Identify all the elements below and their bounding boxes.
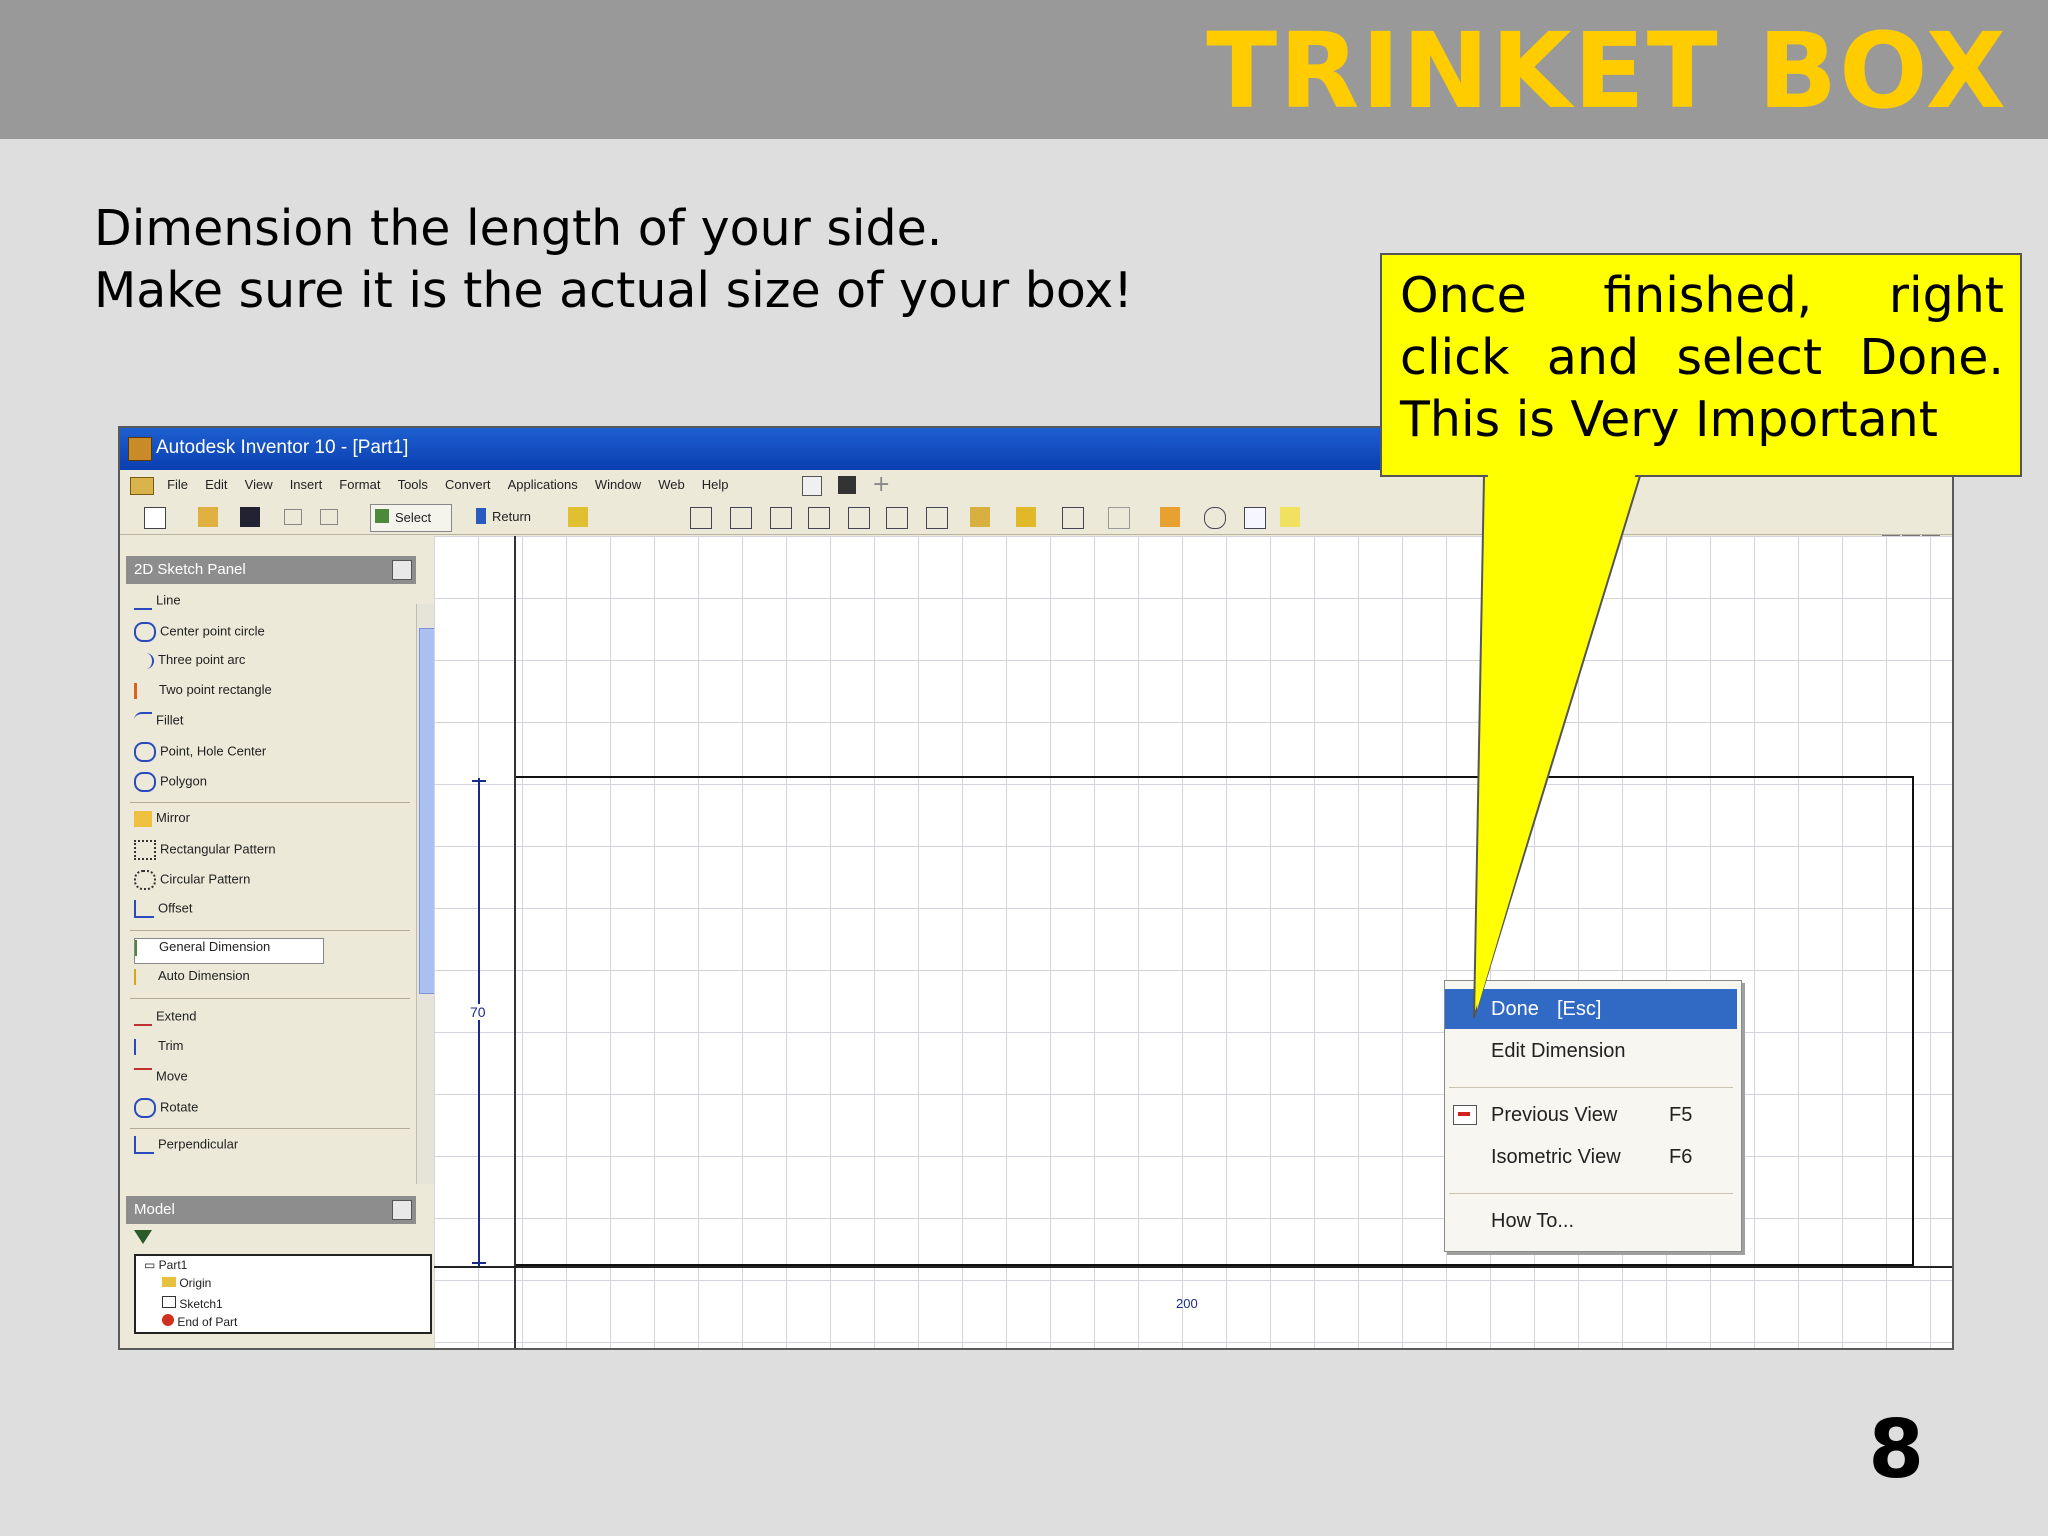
page-number: 8 xyxy=(1868,1403,1924,1496)
callout-tail xyxy=(1473,475,1642,1019)
callout-text: Once finished, right click and select Do… xyxy=(1400,267,2004,448)
callout-box: Once finished, right click and select Do… xyxy=(1380,253,2022,477)
callout-pointer xyxy=(1473,475,1642,1019)
